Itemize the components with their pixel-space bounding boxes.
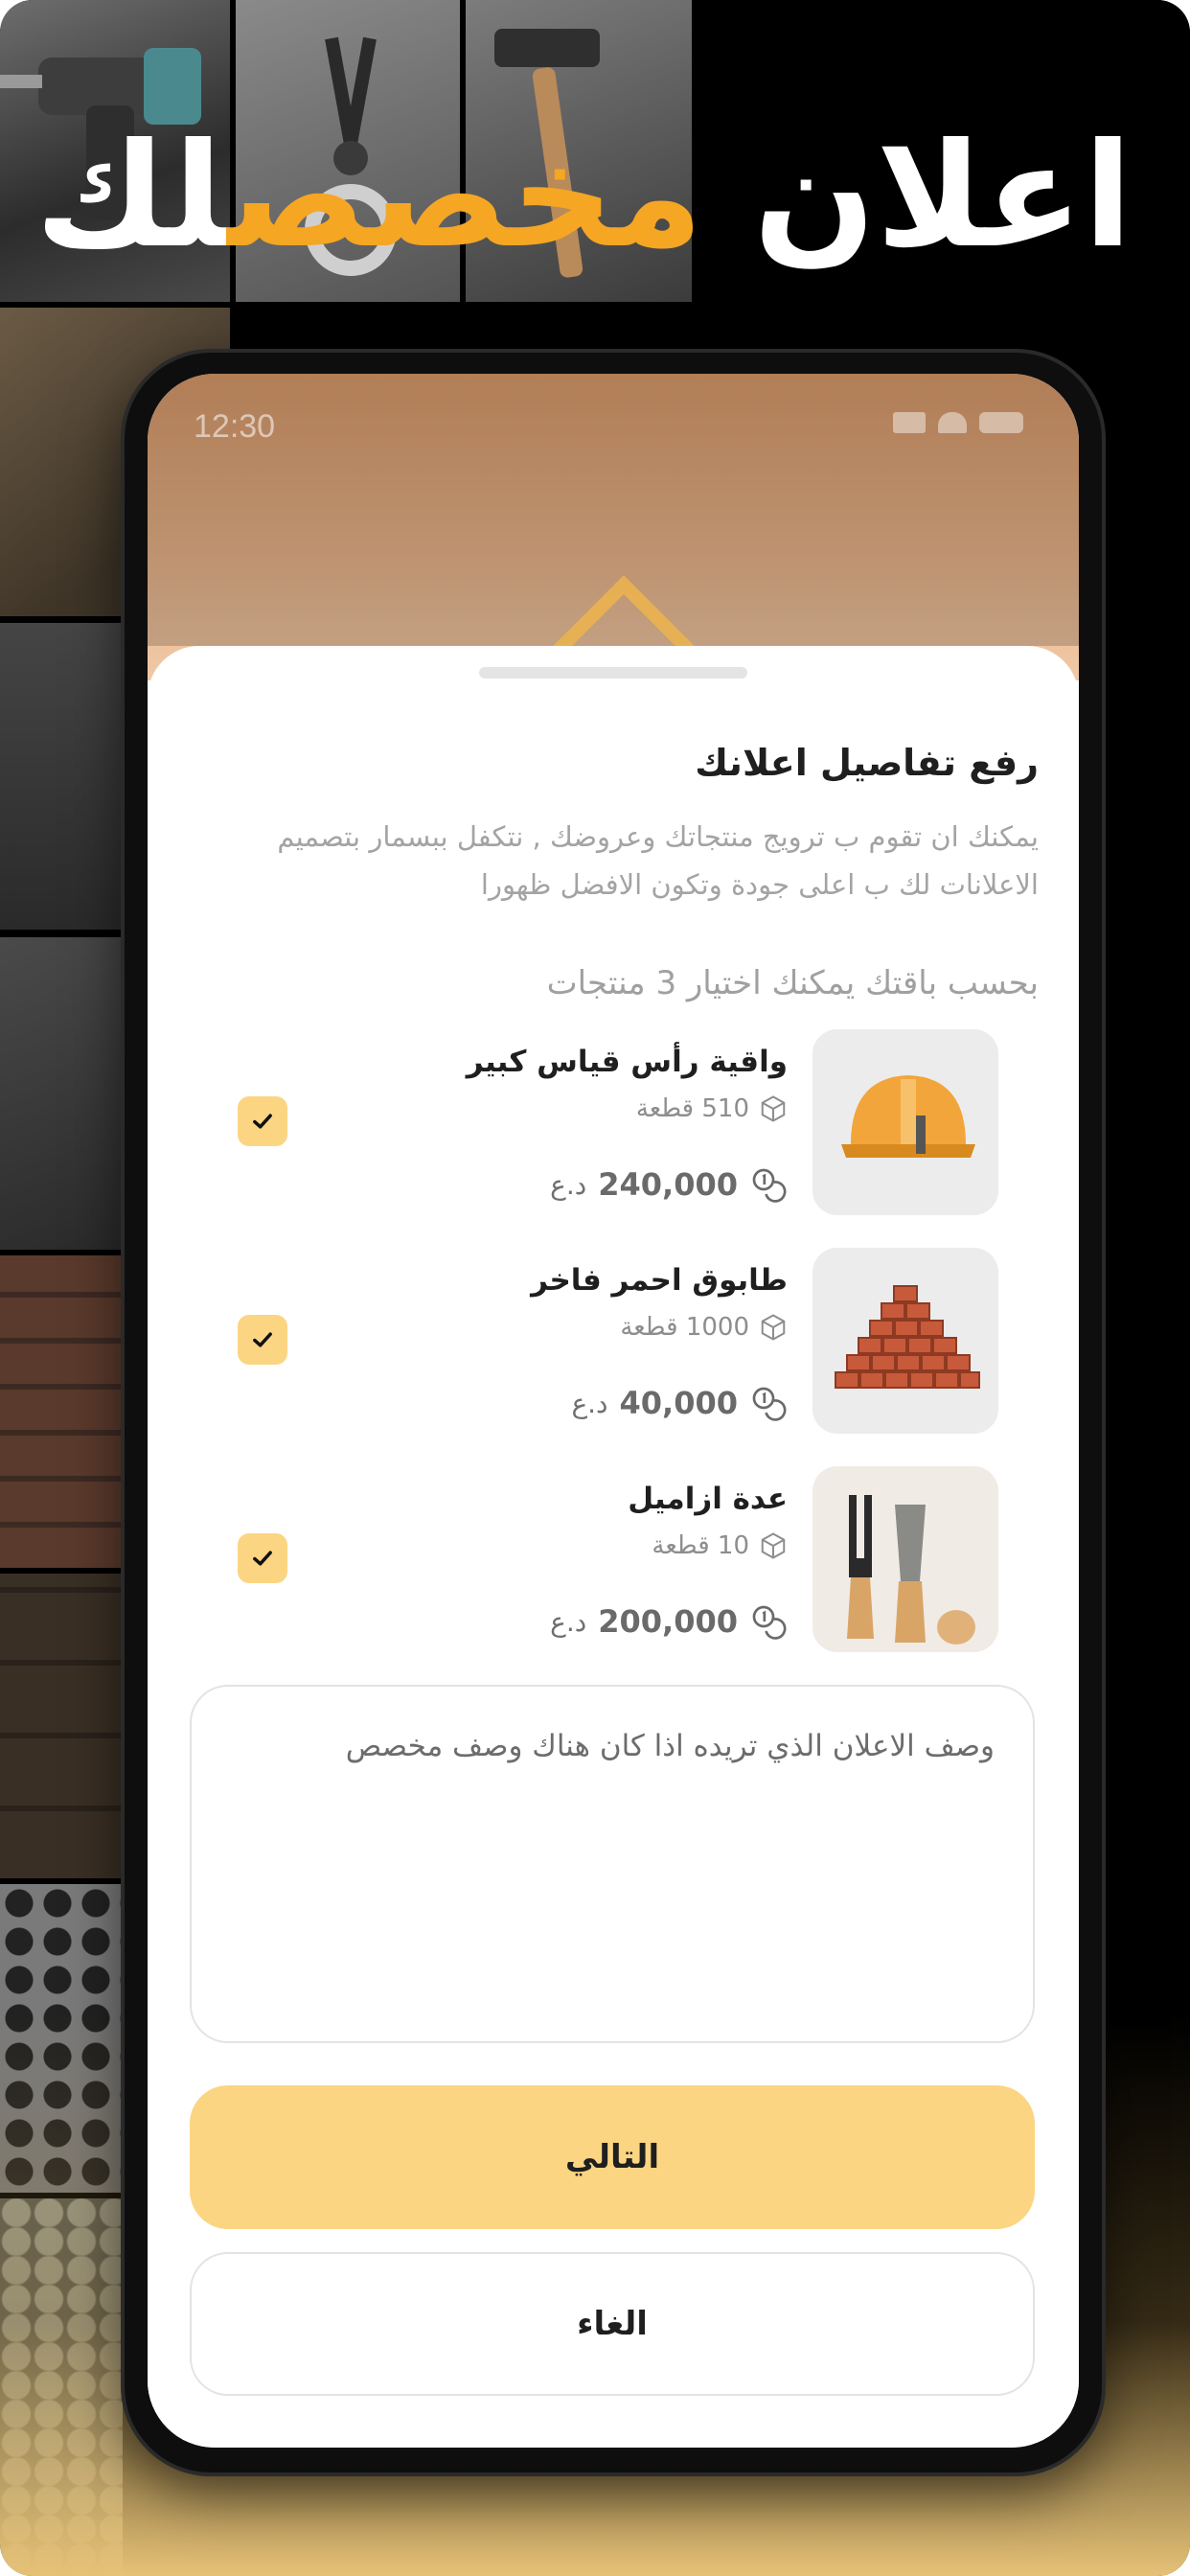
- phone-frame: 12:30 رفع تفاصيل اعلانك يمكنك ان تقوم ب …: [125, 353, 1102, 2472]
- product-price-row: 40,000 د.ع: [571, 1384, 788, 1422]
- package-note: بحسب باقتك يمكنك اختيار 3 منتجات: [546, 964, 1039, 1002]
- wifi-icon: [938, 412, 968, 433]
- product-price: 240,000: [598, 1166, 738, 1203]
- promo-screenshot: اعلان مخصصلك 12:30 رفع تفاصيل اعلانك يمك…: [0, 0, 1190, 2576]
- checkmark-icon: [253, 1114, 272, 1129]
- product-checkbox[interactable]: [238, 1096, 287, 1146]
- product-name: عدة ازاميل: [628, 1482, 788, 1516]
- next-button[interactable]: التالي: [190, 2085, 1035, 2229]
- signal-icon: [893, 412, 926, 433]
- product-quantity: 510 قطعة: [635, 1094, 749, 1123]
- status-time: 12:30: [194, 408, 276, 445]
- product-image-chisels: [812, 1466, 998, 1652]
- bottom-sheet: رفع تفاصيل اعلانك يمكنك ان تقوم ب ترويج …: [148, 646, 1079, 2448]
- level-photo: [0, 937, 123, 1250]
- checkmark-icon: [253, 1332, 272, 1347]
- ad-description-field[interactable]: وصف الاعلان الذي تريده اذا كان هناك وصف …: [190, 1685, 1035, 2043]
- product-currency: د.ع: [571, 1387, 608, 1419]
- status-icons: [885, 412, 1029, 439]
- product-currency: د.ع: [550, 1605, 587, 1638]
- product-price: 200,000: [598, 1603, 738, 1640]
- box-icon: [761, 1095, 786, 1122]
- product-price-row: 200,000 د.ع: [550, 1602, 788, 1641]
- sheet-description: يمكنك ان تقوم ب ترويج منتجاتك وعروضك , ن…: [277, 820, 1039, 901]
- product-checkbox[interactable]: [238, 1533, 287, 1583]
- product-currency: د.ع: [550, 1168, 587, 1201]
- product-name: واقية رأس قياس كبير: [466, 1045, 788, 1079]
- sheet-title: رفع تفاصيل اعلانك: [695, 742, 1039, 784]
- ad-description-placeholder: وصف الاعلان الذي تريده اذا كان هناك وصف …: [345, 1729, 995, 1763]
- brick-wall-photo: [0, 1255, 123, 1568]
- tools-photo: [0, 623, 123, 930]
- product-price: 40,000: [619, 1385, 738, 1421]
- sheet-drag-handle[interactable]: [479, 667, 747, 678]
- phone-screen: 12:30 رفع تفاصيل اعلانك يمكنك ان تقوم ب …: [148, 374, 1079, 2448]
- checkmark-icon: [253, 1551, 272, 1566]
- product-name: طابوق احمر فاخر: [531, 1263, 788, 1298]
- headline: اعلان مخصصلك: [34, 113, 1134, 280]
- product-quantity-row: 1000 قطعة: [620, 1313, 788, 1342]
- box-icon: [761, 1532, 786, 1559]
- product-image-red-bricks: [812, 1248, 998, 1434]
- coins-icon: [752, 1387, 787, 1421]
- coins-icon: [752, 1605, 787, 1640]
- product-item[interactable]: عدة ازاميل 10 قطعة 200,000 د.ع: [186, 1466, 1039, 1658]
- product-quantity: 10 قطعة: [652, 1531, 749, 1560]
- box-icon: [761, 1314, 786, 1341]
- product-quantity-row: 510 قطعة: [636, 1094, 788, 1123]
- coins-icon: [752, 1168, 787, 1203]
- cancel-button[interactable]: الغاء: [190, 2252, 1035, 2396]
- product-image-hard-hat: [812, 1029, 998, 1215]
- battery-icon: [979, 412, 1024, 433]
- product-price-row: 240,000 د.ع: [550, 1165, 788, 1204]
- product-item[interactable]: واقية رأس قياس كبير 510 قطعة 240,000 د.ع: [186, 1029, 1039, 1221]
- product-quantity: 1000 قطعة: [620, 1313, 749, 1342]
- product-quantity-row: 10 قطعة: [652, 1531, 788, 1560]
- planks-photo: [0, 1574, 123, 1878]
- headline-accent: مخصص: [227, 113, 705, 280]
- product-checkbox[interactable]: [238, 1315, 287, 1365]
- product-item[interactable]: طابوق احمر فاخر 1000 قطعة 40,000 د.ع: [186, 1248, 1039, 1439]
